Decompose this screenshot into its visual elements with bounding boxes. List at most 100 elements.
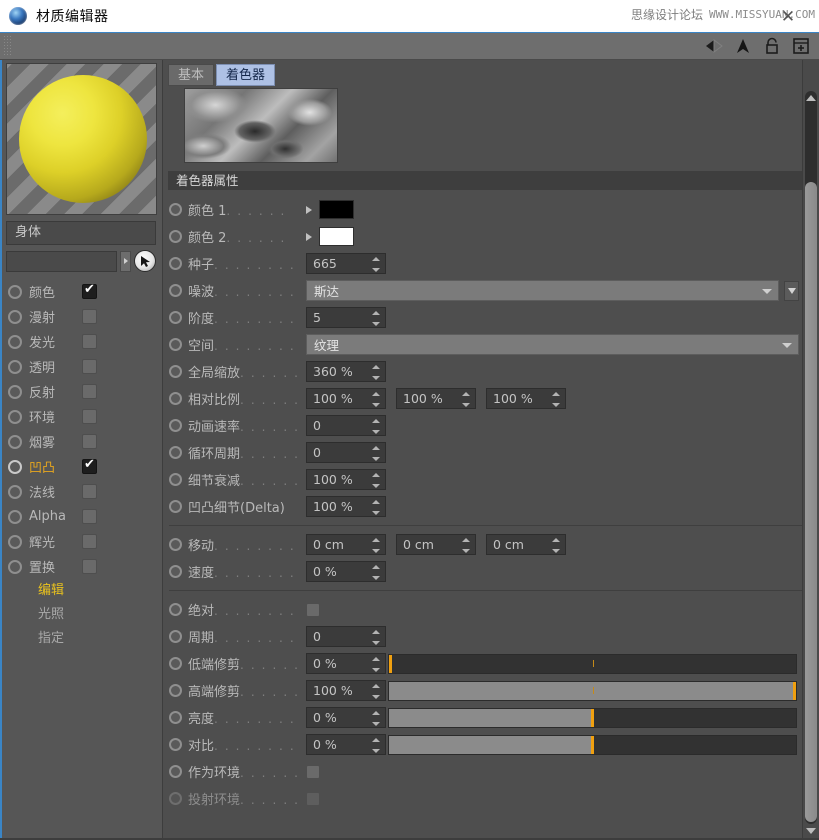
slider-handle[interactable] [591, 736, 594, 754]
contrast-input[interactable]: 0 % [306, 734, 386, 755]
channel-radio-icon[interactable] [8, 360, 22, 374]
channel-row[interactable]: 辉光 [6, 529, 156, 554]
row-radio-icon[interactable] [169, 338, 182, 351]
absolute-checkbox[interactable] [306, 603, 320, 617]
stepper-icon[interactable] [372, 500, 380, 515]
channel-row[interactable]: 法线 [6, 479, 156, 504]
octaves-input[interactable]: 5 [306, 307, 386, 328]
stepper-icon[interactable] [462, 392, 470, 407]
space-select[interactable]: 纹理 [306, 334, 799, 355]
channel-radio-icon[interactable] [8, 460, 22, 474]
row-radio-icon[interactable] [169, 473, 182, 486]
stepper-icon[interactable] [372, 419, 380, 434]
channel-row[interactable]: 发光 [6, 329, 156, 354]
expand-triangle-icon[interactable] [306, 206, 312, 214]
back-arrow-icon[interactable] [704, 36, 724, 56]
channel-checkbox[interactable] [82, 459, 97, 474]
relative-scale-x-input[interactable]: 100 % [306, 388, 386, 409]
low-clip-slider[interactable] [388, 654, 797, 674]
channel-radio-icon[interactable] [8, 510, 22, 524]
channel-row[interactable]: Alpha [6, 504, 156, 529]
channel-checkbox[interactable] [82, 334, 97, 349]
tab-shader[interactable]: 着色器 [216, 64, 275, 86]
contrast-slider[interactable] [388, 735, 797, 755]
channel-row[interactable]: 透明 [6, 354, 156, 379]
scroll-down-icon[interactable] [804, 824, 818, 838]
row-radio-icon[interactable] [169, 738, 182, 751]
row-radio-icon[interactable] [169, 565, 182, 578]
row-radio-icon[interactable] [169, 657, 182, 670]
channel-radio-icon[interactable] [8, 560, 22, 574]
row-radio-icon[interactable] [169, 538, 182, 551]
period-input[interactable]: 0 [306, 626, 386, 647]
slider-handle[interactable] [591, 709, 594, 727]
channel-radio-icon[interactable] [8, 535, 22, 549]
stepper-icon[interactable] [372, 657, 380, 672]
move-z-input[interactable]: 0 cm [486, 534, 566, 555]
stepper-icon[interactable] [372, 684, 380, 699]
channel-radio-icon[interactable] [8, 285, 22, 299]
stepper-icon[interactable] [372, 630, 380, 645]
stepper-icon[interactable] [552, 392, 560, 407]
path-expand-button[interactable] [120, 251, 131, 272]
move-y-input[interactable]: 0 cm [396, 534, 476, 555]
stepper-icon[interactable] [462, 538, 470, 553]
row-radio-icon[interactable] [169, 392, 182, 405]
row-radio-icon[interactable] [169, 630, 182, 643]
stepper-icon[interactable] [372, 738, 380, 753]
bump-delta-input[interactable]: 100 % [306, 496, 386, 517]
brightness-slider[interactable] [388, 708, 797, 728]
tab-basic[interactable]: 基本 [168, 64, 214, 86]
scroll-up-icon[interactable] [804, 91, 818, 105]
stepper-icon[interactable] [372, 446, 380, 461]
stepper-icon[interactable] [372, 311, 380, 326]
lock-icon[interactable] [762, 36, 782, 56]
channel-radio-icon[interactable] [8, 310, 22, 324]
channel-checkbox[interactable] [82, 359, 97, 374]
noise-type-select[interactable]: 斯达 [306, 280, 779, 301]
row-radio-icon[interactable] [169, 203, 182, 216]
sidebar-item-assign[interactable]: 指定 [6, 627, 156, 651]
channel-radio-icon[interactable] [8, 485, 22, 499]
low-clip-input[interactable]: 0 % [306, 653, 386, 674]
stepper-icon[interactable] [552, 538, 560, 553]
seed-input[interactable]: 665 [306, 253, 386, 274]
channel-row[interactable]: 颜色 [6, 279, 156, 304]
channel-row[interactable]: 漫射 [6, 304, 156, 329]
channel-checkbox[interactable] [82, 484, 97, 499]
relative-scale-y-input[interactable]: 100 % [396, 388, 476, 409]
channel-radio-icon[interactable] [8, 385, 22, 399]
channel-checkbox[interactable] [82, 559, 97, 574]
channel-row[interactable]: 烟雾 [6, 429, 156, 454]
color-swatch-1[interactable] [319, 200, 354, 219]
row-radio-icon[interactable] [169, 257, 182, 270]
as-environment-checkbox[interactable] [306, 765, 320, 779]
cycles-input[interactable]: 0 [306, 442, 386, 463]
relative-scale-z-input[interactable]: 100 % [486, 388, 566, 409]
expand-triangle-icon[interactable] [306, 233, 312, 241]
slider-handle[interactable] [793, 682, 796, 700]
stepper-icon[interactable] [372, 538, 380, 553]
stepper-icon[interactable] [372, 711, 380, 726]
noise-texture-preview[interactable] [184, 88, 338, 163]
row-radio-icon[interactable] [169, 500, 182, 513]
toolbar-grip[interactable] [3, 35, 12, 57]
pick-cursor-icon[interactable] [134, 250, 156, 272]
row-radio-icon[interactable] [169, 446, 182, 459]
channel-checkbox[interactable] [82, 284, 97, 299]
stepper-icon[interactable] [372, 392, 380, 407]
texture-path-input[interactable] [6, 251, 117, 272]
add-panel-icon[interactable] [791, 36, 811, 56]
vertical-scrollbar[interactable] [802, 60, 819, 840]
stepper-icon[interactable] [372, 365, 380, 380]
move-x-input[interactable]: 0 cm [306, 534, 386, 555]
row-radio-icon[interactable] [169, 284, 182, 297]
slider-handle[interactable] [389, 655, 392, 673]
row-radio-icon[interactable] [169, 311, 182, 324]
material-preview[interactable] [6, 63, 157, 215]
row-radio-icon[interactable] [169, 419, 182, 432]
channel-checkbox[interactable] [82, 384, 97, 399]
channel-radio-icon[interactable] [8, 410, 22, 424]
color-swatch-2[interactable] [319, 227, 354, 246]
high-clip-slider[interactable] [388, 681, 797, 701]
